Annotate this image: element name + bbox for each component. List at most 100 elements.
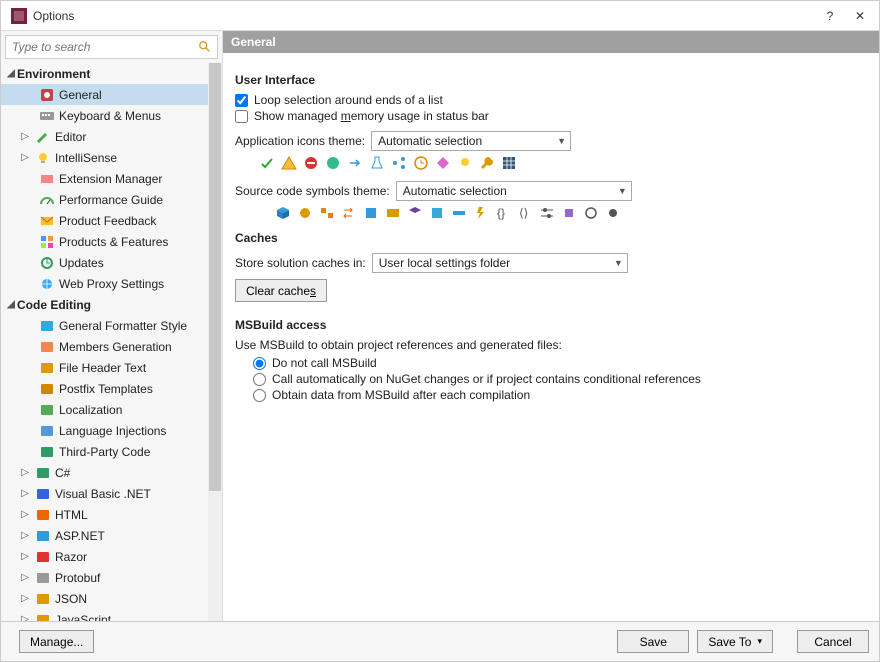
store-caches-label: Store solution caches in:	[235, 256, 366, 270]
content-panel: General User Interface Loop selection ar…	[223, 31, 879, 621]
tree-item-label: Extension Manager	[59, 172, 162, 186]
save-to-button[interactable]: Save To	[697, 630, 773, 653]
struct-icon	[319, 205, 335, 221]
radio-no-msbuild[interactable]: Do not call MSBuild	[253, 356, 867, 370]
tree-item-keyboard[interactable]: Keyboard & Menus	[1, 105, 222, 126]
tree-item-extension-manager[interactable]: Extension Manager	[1, 168, 222, 189]
clock-icon	[413, 155, 429, 171]
tree-item-label: Visual Basic .NET	[55, 487, 151, 501]
save-button[interactable]: Save	[617, 630, 689, 653]
chevron-right-icon: ▷	[19, 530, 31, 541]
manage-button[interactable]: Manage...	[19, 630, 94, 653]
razor-icon	[35, 549, 51, 565]
chevron-down-icon: ▼	[557, 136, 566, 146]
radio-auto-msbuild[interactable]: Call automatically on NuGet changes or i…	[253, 372, 867, 386]
radio-input[interactable]	[253, 373, 266, 386]
check-icon	[259, 155, 275, 171]
extension-icon	[39, 171, 55, 187]
tree-item-performance[interactable]: Performance Guide	[1, 189, 222, 210]
chevron-right-icon: ▷	[19, 572, 31, 583]
tree-item-general-formatter-style[interactable]: General Formatter Style	[1, 315, 222, 336]
tree-item-razor[interactable]: ▷Razor	[1, 546, 222, 567]
scrollbar-thumb[interactable]	[209, 63, 221, 491]
tree-item-html[interactable]: ▷ HTML	[1, 504, 222, 525]
inject-icon	[39, 423, 55, 439]
json-icon	[35, 591, 51, 607]
tree-scrollbar[interactable]	[208, 63, 222, 621]
tree-item-label: HTML	[55, 508, 88, 522]
tree-section-code-editing[interactable]: ◢ Code Editing	[1, 294, 222, 315]
tree-item-postfix-templates[interactable]: Postfix Templates	[1, 378, 222, 399]
tree-item-third-party-code[interactable]: Third-Party Code	[1, 441, 222, 462]
tree-item-intellisense[interactable]: ▷ IntelliSense	[1, 147, 222, 168]
postfix-icon	[39, 381, 55, 397]
vb-icon	[35, 486, 51, 502]
tree-item-members-generation[interactable]: Members Generation	[1, 336, 222, 357]
tree-item-editor[interactable]: ▷ Editor	[1, 126, 222, 147]
tree-item-feedback[interactable]: Product Feedback	[1, 210, 222, 231]
loop-checkbox[interactable]	[235, 94, 248, 107]
symbols-theme-label: Source code symbols theme:	[235, 184, 390, 198]
const-icon	[583, 205, 599, 221]
fileheader-icon	[39, 360, 55, 376]
chevron-right-icon: ▷	[19, 614, 31, 621]
chevron-right-icon: ▷	[19, 131, 31, 142]
tree-item-protobuf[interactable]: ▷Protobuf	[1, 567, 222, 588]
field-icon	[451, 205, 467, 221]
tree-item-file-header-text[interactable]: File Header Text	[1, 357, 222, 378]
tree-item-asp-net[interactable]: ▷ASP.NET	[1, 525, 222, 546]
tree-item-updates[interactable]: Updates	[1, 252, 222, 273]
tree-item-products[interactable]: Products & Features	[1, 231, 222, 252]
box-icon	[385, 205, 401, 221]
tree-item-label: General Formatter Style	[59, 319, 187, 333]
format-icon	[39, 318, 55, 334]
radio-input[interactable]	[253, 389, 266, 402]
close-button[interactable]: ✕	[845, 1, 875, 31]
bulb-icon	[457, 155, 473, 171]
tree-item-proxy[interactable]: Web Proxy Settings	[1, 273, 222, 294]
diamond-icon	[435, 155, 451, 171]
proto-icon	[35, 570, 51, 586]
memory-checkbox[interactable]	[235, 110, 248, 123]
symbols-theme-dropdown[interactable]: Automatic selection ▼	[396, 181, 632, 201]
warning-icon	[281, 155, 297, 171]
js-icon	[35, 612, 51, 622]
tree-item-label: JSON	[55, 592, 87, 606]
tree-item-label: General	[59, 88, 102, 102]
tree-item-label: Language Injections	[59, 424, 166, 438]
tree-item-localization[interactable]: Localization	[1, 399, 222, 420]
bulb-icon	[35, 150, 51, 166]
icons-theme-label: Application icons theme:	[235, 134, 365, 148]
help-button[interactable]: ?	[815, 1, 845, 31]
chevron-right-icon: ▷	[19, 509, 31, 520]
tree-item-visual-basic-net[interactable]: ▷Visual Basic .NET	[1, 483, 222, 504]
loc-icon	[39, 402, 55, 418]
radio-label: Call automatically on NuGet changes or i…	[272, 372, 701, 386]
grid-icon	[501, 155, 517, 171]
tree-item-javascript[interactable]: ▷ JavaScript	[1, 609, 222, 621]
section-caches: Caches	[235, 231, 867, 245]
tree-item-label: Products & Features	[59, 235, 168, 249]
tree-item-json[interactable]: ▷JSON	[1, 588, 222, 609]
clear-caches-button[interactable]: Clear caches	[235, 279, 327, 302]
tree-item-label: JavaScript	[55, 613, 111, 622]
cancel-button[interactable]: Cancel	[797, 630, 869, 653]
memory-label: Show managed memory usage in status bar	[254, 109, 489, 123]
tree-item-label: IntelliSense	[55, 151, 117, 165]
gear-icon	[39, 87, 55, 103]
tree-item-c-[interactable]: ▷C#	[1, 462, 222, 483]
tree-item-general[interactable]: General	[1, 84, 222, 105]
puzzle-icon	[363, 205, 379, 221]
tree-item-language-injections[interactable]: Language Injections	[1, 420, 222, 441]
checkbox-memory-usage[interactable]: Show managed memory usage in status bar	[235, 109, 867, 123]
section-user-interface: User Interface	[235, 73, 867, 87]
radio-each-compilation[interactable]: Obtain data from MSBuild after each comp…	[253, 388, 867, 402]
event-icon	[473, 205, 489, 221]
radio-input[interactable]	[253, 357, 266, 370]
checkbox-loop-selection[interactable]: Loop selection around ends of a list	[235, 93, 867, 107]
store-caches-dropdown[interactable]: User local settings folder ▼	[372, 253, 628, 273]
icons-theme-dropdown[interactable]: Automatic selection ▼	[371, 131, 571, 151]
search-input[interactable]	[5, 35, 218, 59]
options-tree[interactable]: ◢ Environment General Keyboard & Menus ▷…	[1, 63, 222, 621]
tree-section-environment[interactable]: ◢ Environment	[1, 63, 222, 84]
